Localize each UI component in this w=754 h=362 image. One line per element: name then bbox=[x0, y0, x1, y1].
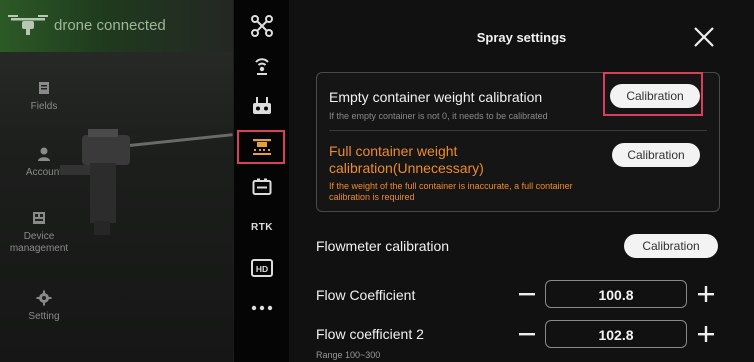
flowmeter-calibration-button[interactable]: Calibration bbox=[624, 234, 718, 258]
divider bbox=[329, 130, 707, 131]
rtk-button[interactable]: RTK bbox=[234, 213, 290, 241]
sidebar-item-label: Fields bbox=[30, 101, 58, 112]
full-container-title-line1: Full container weight bbox=[329, 143, 458, 159]
drone-mode-button[interactable] bbox=[234, 12, 290, 40]
remote-controller-icon bbox=[253, 97, 271, 114]
function-icon-bar: RTK HD bbox=[233, 0, 290, 362]
empty-container-desc: If the empty container is not 0, it need… bbox=[329, 111, 548, 121]
full-container-desc-line2: calibration is required bbox=[329, 192, 415, 202]
user-icon bbox=[38, 147, 50, 161]
flow-coefficient-input[interactable]: 100.8 bbox=[545, 280, 687, 308]
battery-button[interactable] bbox=[234, 173, 290, 201]
sidebar-item-label: Setting bbox=[28, 311, 60, 322]
full-container-desc: If the weight of the full container is i… bbox=[329, 181, 573, 203]
radar-button[interactable] bbox=[234, 52, 290, 80]
gear-icon bbox=[36, 290, 52, 306]
drone-icon bbox=[8, 15, 48, 35]
flow-coefficient-2-plus-icon[interactable] bbox=[697, 325, 715, 343]
sidebar-item-fields[interactable]: Fields bbox=[0, 80, 88, 112]
full-container-calibration-button[interactable]: Calibration bbox=[612, 143, 700, 167]
left-panel: drone connected Fields Account Device ma… bbox=[0, 0, 233, 362]
flow-coefficient-2-input[interactable]: 102.8 bbox=[545, 320, 687, 348]
full-container-title-line2: calibration(Unnecessary) bbox=[329, 160, 484, 176]
sidebar-item-setting[interactable]: Setting bbox=[0, 290, 88, 322]
flowmeter-title: Flowmeter calibration bbox=[316, 238, 450, 254]
hd-label: HD bbox=[256, 264, 268, 274]
full-container-desc-line1: If the weight of the full container is i… bbox=[329, 181, 573, 191]
calibration-button-highlight bbox=[603, 72, 703, 116]
spray-settings-panel: Spray settings Empty container weight ca… bbox=[289, 0, 754, 362]
battery-icon bbox=[252, 178, 272, 195]
flow-coefficient-2-minus-icon[interactable] bbox=[518, 325, 536, 343]
radar-signal-icon bbox=[255, 58, 269, 75]
full-container-title: Full container weight calibration(Unnece… bbox=[329, 143, 484, 177]
spray-icon-highlight bbox=[237, 130, 285, 164]
rtk-label: RTK bbox=[250, 221, 274, 233]
quadcopter-icon bbox=[251, 15, 273, 37]
hd-icon: HD bbox=[251, 259, 273, 277]
drone-arm-image bbox=[60, 129, 233, 235]
flow-coefficient-2-range: Range 100~300 bbox=[316, 350, 381, 360]
device-icon bbox=[33, 212, 45, 224]
empty-container-title: Empty container weight calibration bbox=[329, 89, 543, 105]
more-dots-icon bbox=[251, 305, 273, 311]
remote-controller-button[interactable] bbox=[234, 92, 290, 120]
hd-video-button[interactable]: HD bbox=[234, 254, 290, 282]
panel-title: Spray settings bbox=[476, 30, 567, 45]
flow-coefficient-2-label: Flow coefficient 2 bbox=[316, 326, 424, 342]
flow-coefficient-plus-icon[interactable] bbox=[697, 285, 715, 303]
flow-coefficient-minus-icon[interactable] bbox=[518, 285, 536, 303]
close-icon[interactable] bbox=[693, 26, 715, 48]
sidebar-item-label: Account bbox=[25, 167, 63, 178]
fields-icon bbox=[39, 82, 49, 94]
connection-bar: drone connected bbox=[0, 0, 233, 52]
connection-status: drone connected bbox=[54, 17, 166, 34]
more-button[interactable] bbox=[234, 294, 290, 322]
flow-coefficient-label: Flow Coefficient bbox=[316, 287, 416, 303]
